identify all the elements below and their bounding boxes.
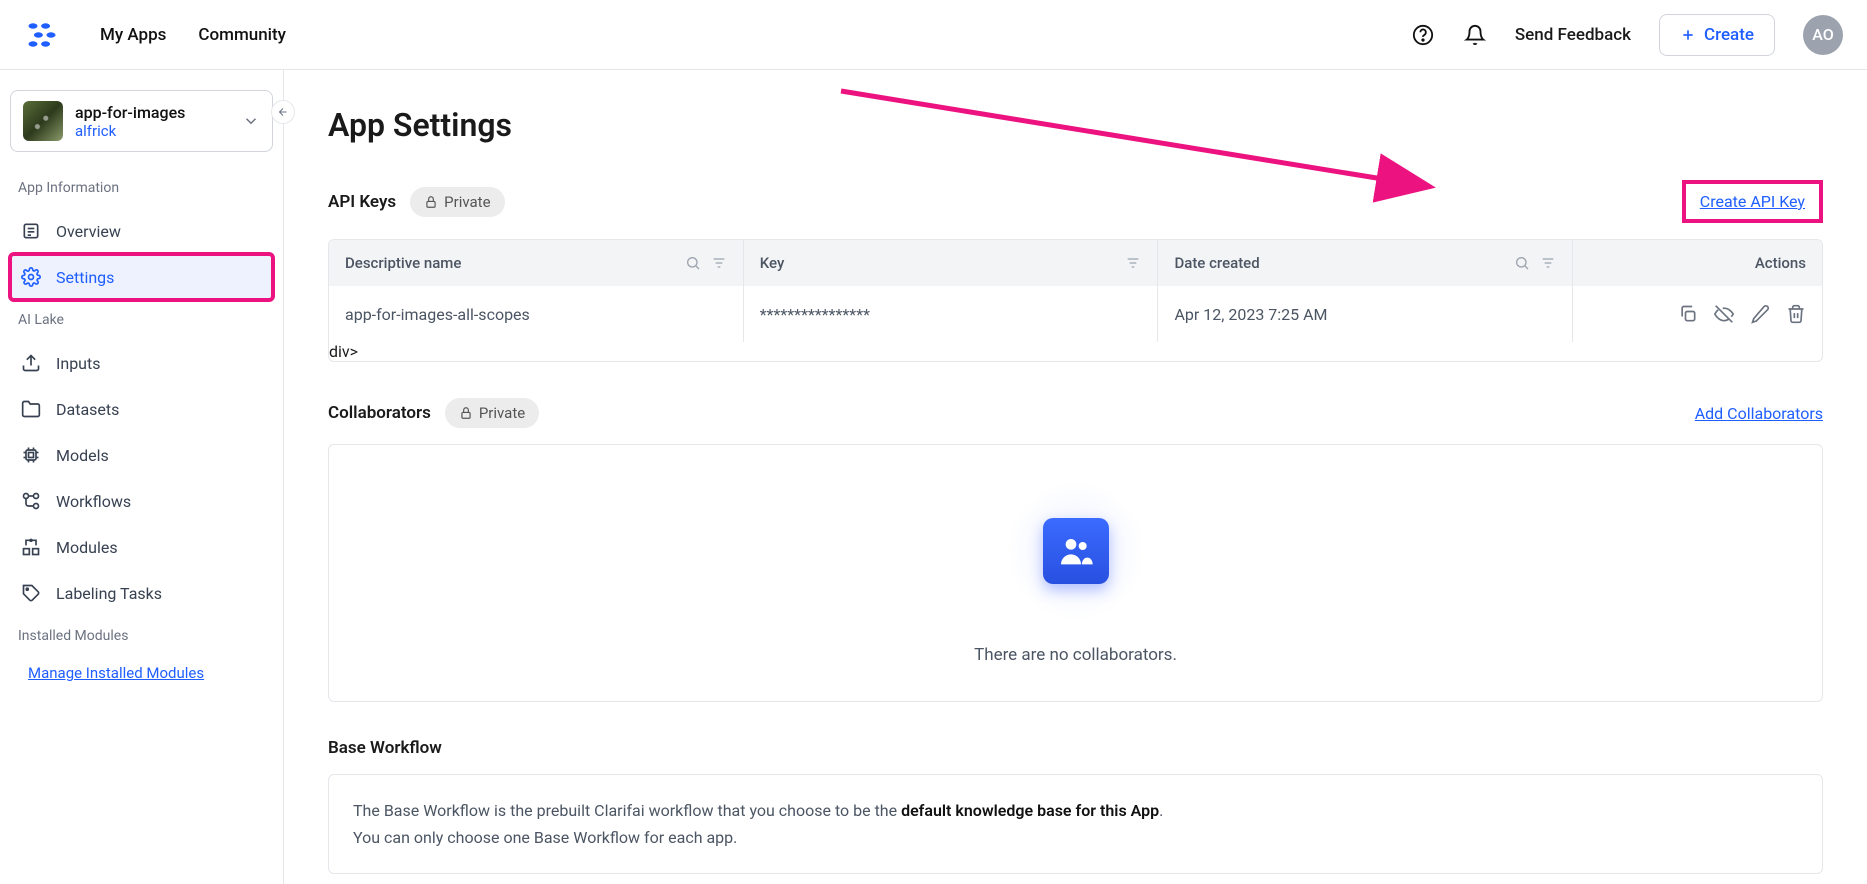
app-selector-name: app-for-images bbox=[75, 103, 230, 122]
cell-name: app-for-images-all-scopes bbox=[329, 286, 744, 342]
avatar[interactable]: AO bbox=[1803, 15, 1843, 55]
private-badge: Private bbox=[445, 398, 539, 428]
sidebar-item-inputs[interactable]: Inputs bbox=[10, 340, 273, 386]
lock-icon bbox=[459, 406, 473, 420]
app-selector[interactable]: app-for-images alfrick bbox=[10, 90, 273, 152]
table-header: Descriptive name Key Date created bbox=[329, 240, 1822, 286]
col-actions: Actions bbox=[1573, 240, 1822, 286]
base-workflow-heading: Base Workflow bbox=[328, 738, 442, 758]
plus-icon bbox=[1680, 27, 1696, 43]
sidebar-item-datasets[interactable]: Datasets bbox=[10, 386, 273, 432]
tag-icon bbox=[20, 582, 42, 604]
cell-date: Apr 12, 2023 7:25 AM bbox=[1158, 286, 1573, 342]
bw-text-1a: The Base Workflow is the prebuilt Clarif… bbox=[353, 801, 901, 820]
topbar: My Apps Community Send Feedback Create A… bbox=[0, 0, 1867, 70]
sidebar-section-app-info: App Information bbox=[10, 176, 273, 200]
manage-installed-modules-link[interactable]: Manage Installed Modules bbox=[10, 656, 222, 690]
cell-actions bbox=[1573, 286, 1822, 342]
app-selector-user: alfrick bbox=[75, 122, 230, 140]
app-thumbnail bbox=[23, 101, 63, 141]
sidebar-item-label: Datasets bbox=[56, 400, 119, 419]
create-button[interactable]: Create bbox=[1659, 14, 1775, 56]
overview-icon bbox=[20, 220, 42, 242]
topbar-right: Send Feedback Create AO bbox=[1411, 14, 1843, 56]
collaborators-empty-text: There are no collaborators. bbox=[974, 645, 1177, 665]
gear-icon bbox=[20, 266, 42, 288]
sidebar-item-modules[interactable]: Modules bbox=[10, 524, 273, 570]
table-row: app-for-images-all-scopes **************… bbox=[329, 286, 1822, 361]
main-content: App Settings API Keys Private Create API… bbox=[284, 70, 1867, 884]
help-icon[interactable] bbox=[1411, 23, 1435, 47]
search-icon[interactable] bbox=[1514, 255, 1530, 271]
send-feedback-link[interactable]: Send Feedback bbox=[1515, 25, 1631, 45]
eye-off-icon[interactable] bbox=[1714, 304, 1734, 324]
sidebar-item-label: Inputs bbox=[56, 354, 100, 373]
collaborators-icon-wrap bbox=[1006, 481, 1146, 621]
col-name[interactable]: Descriptive name bbox=[329, 240, 744, 286]
bell-icon[interactable] bbox=[1463, 23, 1487, 47]
collaborators-heading: Collaborators bbox=[328, 403, 431, 423]
col-label: Actions bbox=[1755, 254, 1806, 272]
copy-icon[interactable] bbox=[1678, 304, 1698, 324]
col-label: Date created bbox=[1174, 254, 1259, 272]
page-title: App Settings bbox=[328, 106, 1823, 144]
filter-icon[interactable] bbox=[1125, 255, 1141, 271]
bw-text-1b: default knowledge base for this App bbox=[901, 801, 1159, 820]
sidebar-item-label: Modules bbox=[56, 538, 118, 557]
col-key[interactable]: Key bbox=[744, 240, 1159, 286]
api-keys-table: Descriptive name Key Date created bbox=[328, 239, 1823, 362]
private-label: Private bbox=[479, 404, 525, 422]
private-badge: Private bbox=[410, 187, 504, 217]
sidebar-item-label: Settings bbox=[56, 268, 114, 287]
nav-links: My Apps Community bbox=[100, 25, 286, 45]
sidebar-item-label: Overview bbox=[56, 222, 121, 241]
sidebar: app-for-images alfrick App Information O… bbox=[0, 70, 284, 884]
logo[interactable] bbox=[24, 17, 60, 53]
folder-icon bbox=[20, 398, 42, 420]
create-api-key-highlight: Create API Key bbox=[1682, 180, 1823, 223]
edit-icon[interactable] bbox=[1750, 304, 1770, 324]
nav-community[interactable]: Community bbox=[198, 25, 286, 45]
api-keys-heading: API Keys bbox=[328, 192, 396, 212]
filter-icon[interactable] bbox=[1540, 255, 1556, 271]
lock-icon bbox=[424, 195, 438, 209]
create-api-key-link[interactable]: Create API Key bbox=[1700, 192, 1805, 211]
search-icon[interactable] bbox=[685, 255, 701, 271]
chevron-down-icon bbox=[242, 112, 260, 130]
sidebar-item-models[interactable]: Models bbox=[10, 432, 273, 478]
cell-key: **************** bbox=[744, 286, 1159, 342]
nav-my-apps[interactable]: My Apps bbox=[100, 25, 166, 45]
sidebar-item-overview[interactable]: Overview bbox=[10, 208, 273, 254]
sidebar-item-label: Models bbox=[56, 446, 109, 465]
app-selector-text: app-for-images alfrick bbox=[75, 103, 230, 140]
sidebar-collapse-button[interactable] bbox=[271, 100, 295, 124]
topbar-left: My Apps Community bbox=[24, 17, 286, 53]
arrow-left-icon bbox=[277, 106, 289, 118]
trash-icon[interactable] bbox=[1786, 304, 1806, 324]
col-label: Key bbox=[760, 254, 785, 272]
private-label: Private bbox=[444, 193, 490, 211]
upload-icon bbox=[20, 352, 42, 374]
sidebar-item-labeling[interactable]: Labeling Tasks bbox=[10, 570, 273, 616]
sidebar-item-label: Workflows bbox=[56, 492, 131, 511]
add-collaborators-link[interactable]: Add Collaborators bbox=[1695, 404, 1823, 423]
base-workflow-box: The Base Workflow is the prebuilt Clarif… bbox=[328, 774, 1823, 874]
sidebar-item-workflows[interactable]: Workflows bbox=[10, 478, 273, 524]
bw-text-1c: . bbox=[1159, 801, 1163, 820]
filter-icon[interactable] bbox=[711, 255, 727, 271]
sidebar-item-label: Labeling Tasks bbox=[56, 584, 162, 603]
workflow-icon bbox=[20, 490, 42, 512]
modules-icon bbox=[20, 536, 42, 558]
sidebar-section-ai-lake: AI Lake bbox=[10, 308, 273, 332]
sidebar-section-installed: Installed Modules bbox=[10, 624, 273, 648]
people-icon bbox=[1043, 518, 1109, 584]
bw-text-2: You can only choose one Base Workflow fo… bbox=[353, 824, 1798, 851]
collaborators-empty-state: There are no collaborators. bbox=[328, 444, 1823, 702]
col-date[interactable]: Date created bbox=[1158, 240, 1573, 286]
sidebar-item-settings[interactable]: Settings bbox=[10, 254, 273, 300]
cpu-icon bbox=[20, 444, 42, 466]
create-button-label: Create bbox=[1704, 25, 1754, 45]
col-label: Descriptive name bbox=[345, 254, 461, 272]
